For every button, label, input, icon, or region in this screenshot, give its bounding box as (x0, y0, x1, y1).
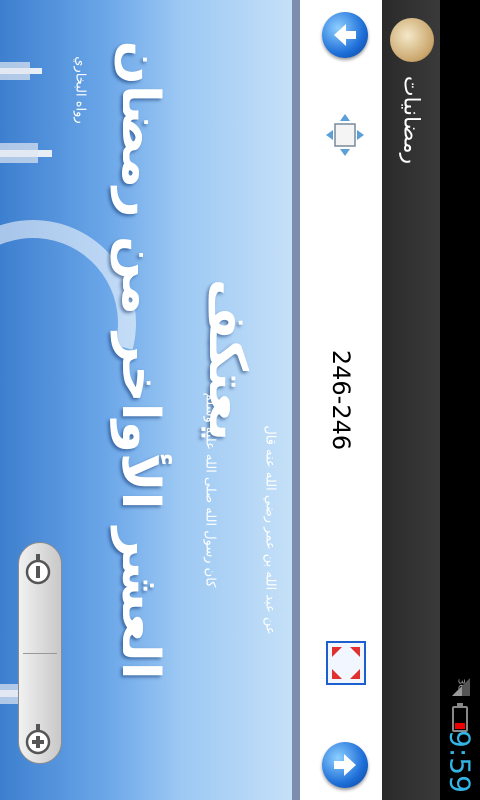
arrow-down-icon (334, 754, 356, 776)
zoom-in-icon (25, 724, 51, 755)
fullscreen-button[interactable] (326, 641, 366, 685)
zoom-in-button[interactable] (23, 723, 57, 757)
headline-line-2: العشر الأواخر من رمضان (110, 40, 170, 680)
arrow-up-icon (334, 24, 356, 46)
zoom-divider (23, 653, 57, 654)
subtitle-line-1: عن عبد الله بن عمر رضي الله عنه قال (262, 425, 278, 635)
narrator-credit: رواه البخاري (72, 56, 88, 124)
document-view[interactable]: يعتكف العشر الأواخر من رمضان عن عبد الله… (0, 0, 300, 800)
subtitle-line-2: كان رسول الله صلى الله عليه وسلم (202, 392, 218, 588)
action-bar: رمضانيات (382, 0, 440, 800)
fit-width-button[interactable] (326, 114, 364, 156)
fullscreen-icon (332, 647, 360, 679)
page-border (292, 0, 300, 800)
app-logo-icon[interactable] (390, 18, 434, 62)
next-page-button[interactable] (322, 742, 368, 788)
zoom-out-icon (25, 554, 51, 585)
zoom-out-button[interactable] (23, 553, 57, 587)
zoom-control (18, 542, 62, 764)
battery-icon (452, 703, 468, 732)
page-indicator: 246-246 (327, 349, 355, 451)
signal-icon (452, 678, 470, 696)
clock: 9:59 (443, 730, 477, 793)
fit-width-icon (326, 114, 364, 156)
status-bar: 3G 9:59 (440, 0, 480, 800)
app-title: رمضانيات (398, 75, 424, 165)
previous-page-button[interactable] (322, 12, 368, 58)
toolbar: 246-246 (300, 0, 382, 800)
